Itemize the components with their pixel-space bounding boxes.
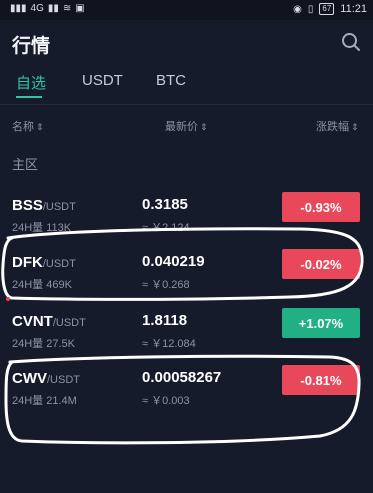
annotation-overlay xyxy=(1,227,364,445)
annotation-loop-cwv xyxy=(4,354,361,445)
annotation-loop-dfk xyxy=(1,227,364,301)
annotation-dot xyxy=(6,297,10,301)
